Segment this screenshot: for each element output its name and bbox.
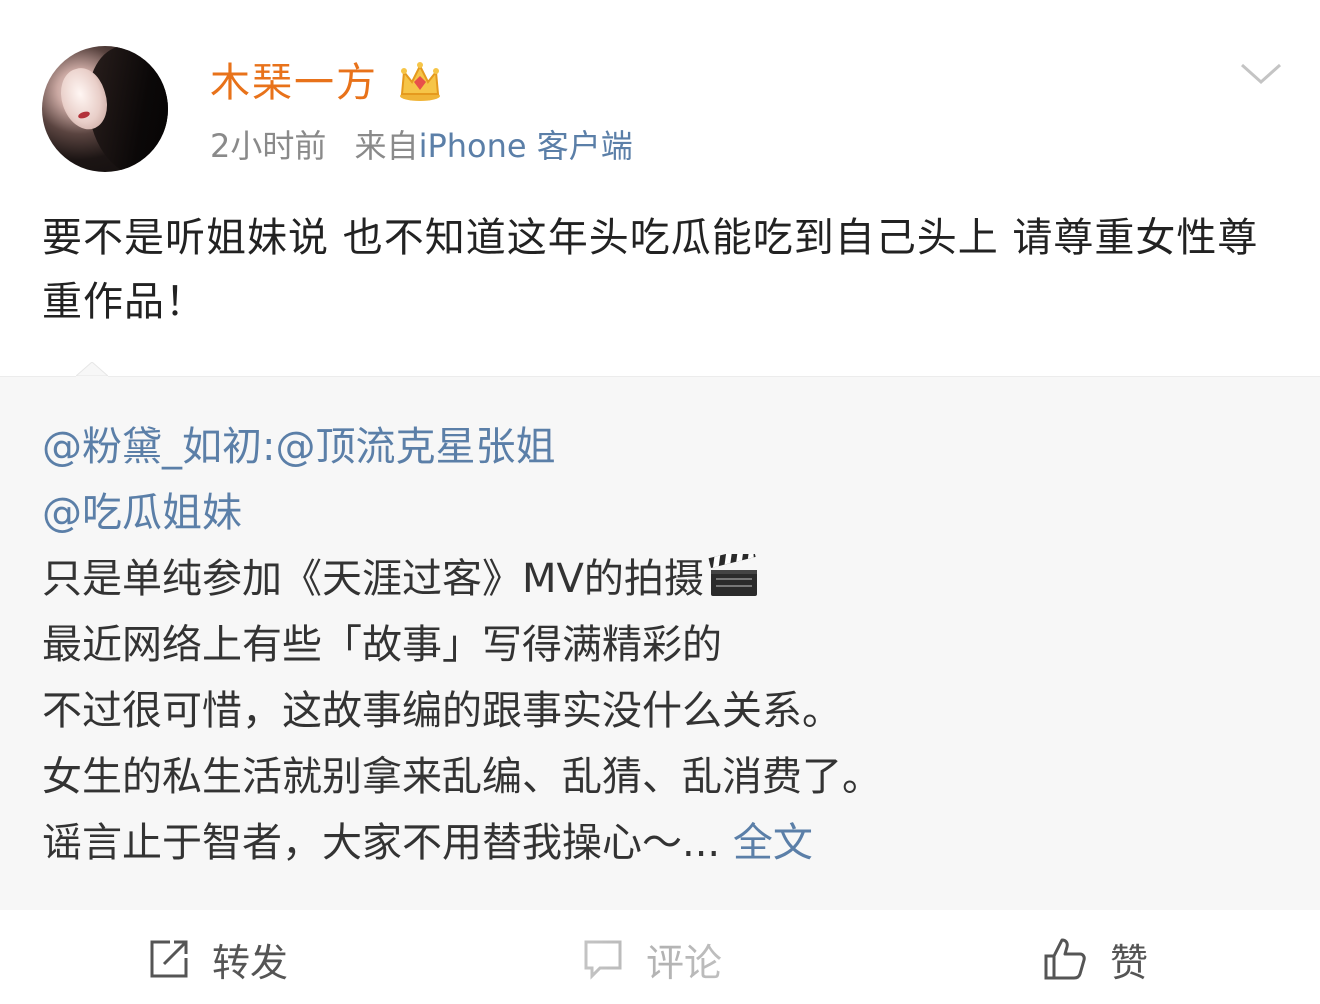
repost-text: 只是单纯参加《天涯过客》MV的拍摄 <box>42 556 704 602</box>
source-device[interactable]: iPhone 客户端 <box>419 127 633 165</box>
repost-line-mentions: @粉黛_如初:@顶流克星张姐 <box>42 414 1282 480</box>
repost-line: 谣言止于智者，大家不用替我操心～... 全文 <box>42 810 1282 876</box>
post-text: 要不是听姐妹说 也不知道这年头吃瓜能吃到自己头上 请尊重女性尊重作品！ <box>42 215 1259 325</box>
source-prefix: 来自 <box>354 127 419 165</box>
post-time: 2小时前 <box>210 127 327 165</box>
mention-colon: : <box>262 424 276 470</box>
repost-line: 女生的私生活就别拿来乱编、乱猜、乱消费了。 <box>42 744 1282 810</box>
mention-link[interactable]: @顶流克星张姐 <box>275 424 555 470</box>
forward-label: 转发 <box>212 940 289 985</box>
post-header: 木琹一方 2小时前 来自iPhone 客户端 <box>0 0 1320 190</box>
repost-line: 只是单纯参加《天涯过客》MV的拍摄 <box>42 546 1282 612</box>
repost-text: 不过很可惜，这故事编的跟事实没什么关系。 <box>42 688 842 734</box>
comment-overlay <box>508 940 818 994</box>
full-text-link[interactable]: 全文 <box>733 820 813 866</box>
repost-text: 谣言止于智者，大家不用替我操心～... <box>42 820 721 866</box>
forward-button[interactable]: 转发 <box>148 934 289 985</box>
repost-line: 最近网络上有些「故事」写得满精彩的 <box>42 612 1282 678</box>
chevron-down-icon[interactable] <box>1236 56 1286 90</box>
post-meta: 2小时前 来自iPhone 客户端 <box>210 126 633 166</box>
repost-text: 女生的私生活就别拿来乱编、乱猜、乱消费了。 <box>42 754 882 800</box>
repost-line: 不过很可惜，这故事编的跟事实没什么关系。 <box>42 678 1282 744</box>
action-bar: 转发 评论 赞 <box>0 910 1320 1004</box>
like-label: 赞 <box>1110 940 1149 985</box>
clapperboard-icon <box>708 554 757 596</box>
mention-link[interactable]: @吃瓜姐妹 <box>42 490 242 536</box>
like-button[interactable]: 赞 <box>1042 934 1149 985</box>
crown-icon <box>400 62 440 101</box>
thumbs-up-icon <box>1044 938 1086 980</box>
repost-notch <box>76 362 108 394</box>
repost-line-mention: @吃瓜姐妹 <box>42 480 1282 546</box>
username[interactable]: 木琹一方 <box>210 58 378 108</box>
forward-icon <box>150 940 188 978</box>
weibo-post: 木琹一方 2小时前 来自iPhone 客户端 要不是听姐妹说 也不知道这年头吃瓜… <box>0 0 1320 1004</box>
user-avatar[interactable] <box>42 46 168 172</box>
mention-link[interactable]: @粉黛_如初 <box>42 424 262 470</box>
repost-body: @粉黛_如初:@顶流克星张姐 @吃瓜姐妹 只是单纯参加《天涯过客》MV的拍摄 最… <box>42 414 1282 876</box>
repost-text: 最近网络上有些「故事」写得满精彩的 <box>42 622 722 668</box>
